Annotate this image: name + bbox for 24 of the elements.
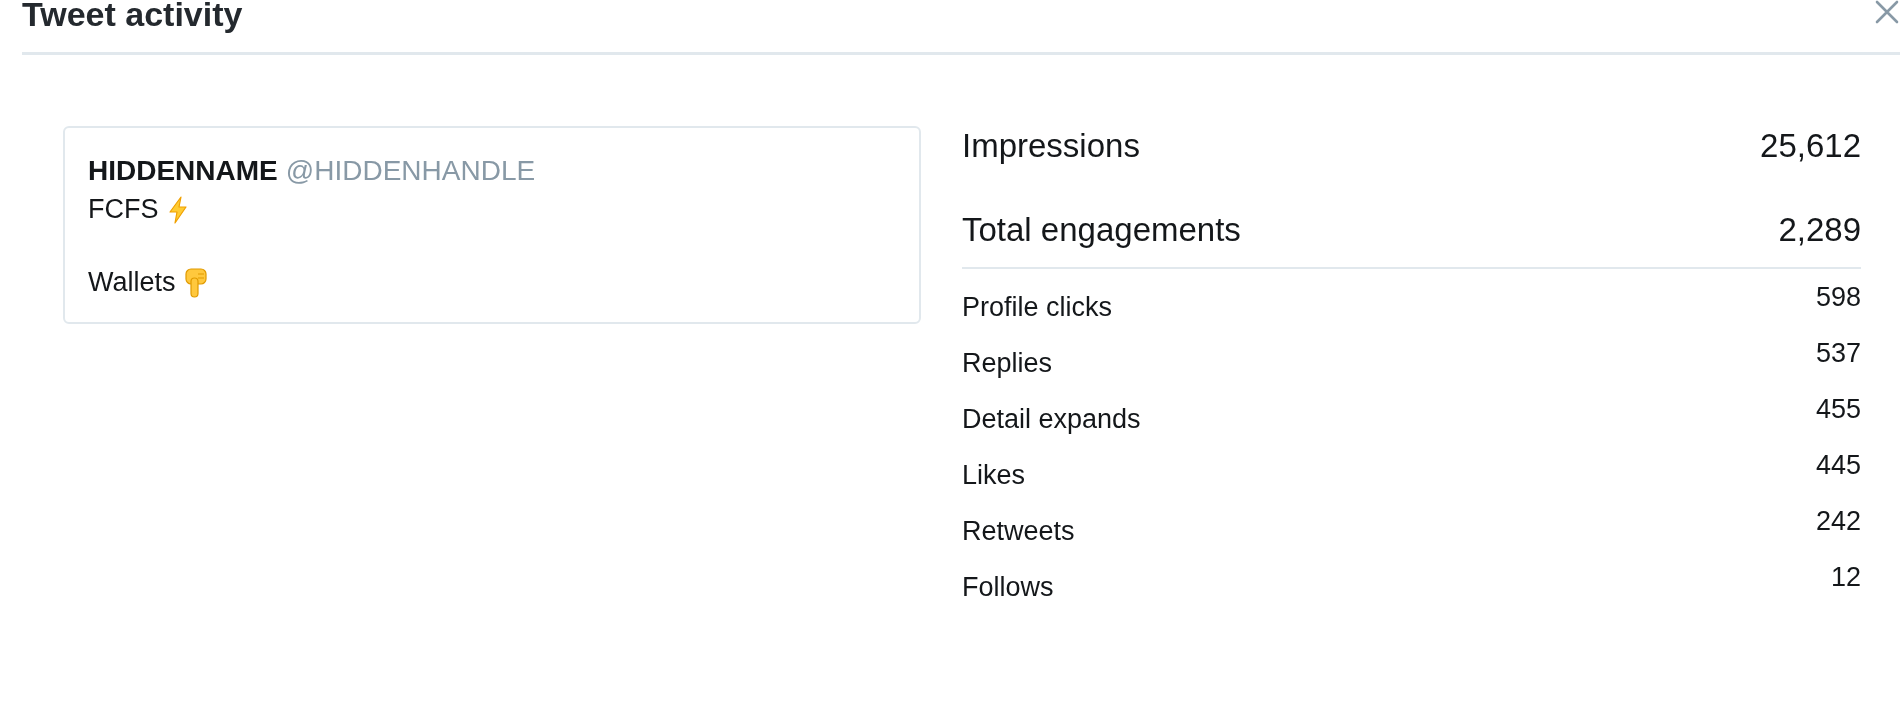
engagement-value: 242	[1815, 505, 1861, 537]
engagement-value: 445	[1815, 449, 1861, 481]
metric-label: Total engagements	[962, 210, 1241, 250]
engagement-label: Likes	[962, 459, 1026, 491]
engagement-label: Detail expands	[962, 403, 1141, 435]
engagement-label: Follows	[962, 571, 1054, 603]
author-name: HIDDENNAME	[88, 154, 278, 188]
metric-label: Impressions	[962, 126, 1140, 166]
tweet-text: FCFS	[88, 193, 159, 226]
author-handle: @HIDDENHANDLE	[285, 154, 536, 188]
close-icon	[1875, 0, 1899, 24]
engagement-value: 12	[1830, 561, 1861, 593]
close-button[interactable]	[1874, 0, 1900, 25]
engagement-label: Profile clicks	[962, 291, 1113, 323]
engagement-value: 598	[1815, 281, 1861, 313]
engagement-label: Retweets	[962, 515, 1075, 547]
tweet-text: Wallets	[88, 266, 176, 299]
pointing-down-hand-icon	[183, 267, 208, 298]
metric-value: 25,612	[1760, 126, 1861, 166]
engagement-label: Replies	[962, 347, 1053, 379]
engagement-value: 537	[1815, 337, 1861, 369]
metric-value: 2,289	[1778, 210, 1861, 250]
engagement-value: 455	[1815, 393, 1861, 425]
dialog-title: Tweet activity	[22, 0, 243, 31]
